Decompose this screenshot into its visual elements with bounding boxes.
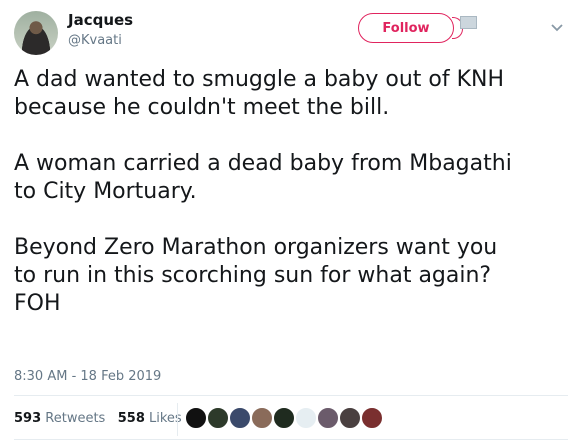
chevron-down-icon[interactable] — [550, 20, 564, 34]
liker-avatar[interactable] — [294, 406, 318, 430]
flag-icon — [460, 16, 477, 29]
divider — [14, 439, 568, 440]
timestamp[interactable]: 8:30 AM - 18 Feb 2019 — [14, 369, 161, 384]
liker-avatar[interactable] — [360, 406, 384, 430]
retweets-count[interactable]: 593 — [14, 411, 41, 426]
tweet-stats: 593 Retweets 558 Likes — [14, 411, 182, 426]
tweet-text: A dad wanted to smuggle a baby out of KN… — [14, 67, 512, 316]
liker-avatar[interactable] — [228, 406, 252, 430]
liker-avatar[interactable] — [338, 406, 362, 430]
liker-avatar[interactable] — [250, 406, 274, 430]
liker-avatar[interactable] — [272, 406, 296, 430]
stats-separator — [177, 403, 178, 436]
divider — [14, 395, 568, 396]
user-name[interactable]: Jacques — [68, 11, 133, 29]
liker-avatar[interactable] — [206, 406, 230, 430]
liker-avatar[interactable] — [316, 406, 340, 430]
retweets-label[interactable]: Retweets — [45, 411, 105, 426]
user-handle[interactable]: @Kvaati — [68, 33, 122, 48]
liker-avatars — [184, 406, 384, 430]
follow-button[interactable]: Follow — [358, 13, 454, 43]
liker-avatar[interactable] — [184, 406, 208, 430]
avatar[interactable] — [14, 11, 58, 55]
likes-count[interactable]: 558 — [118, 411, 145, 426]
